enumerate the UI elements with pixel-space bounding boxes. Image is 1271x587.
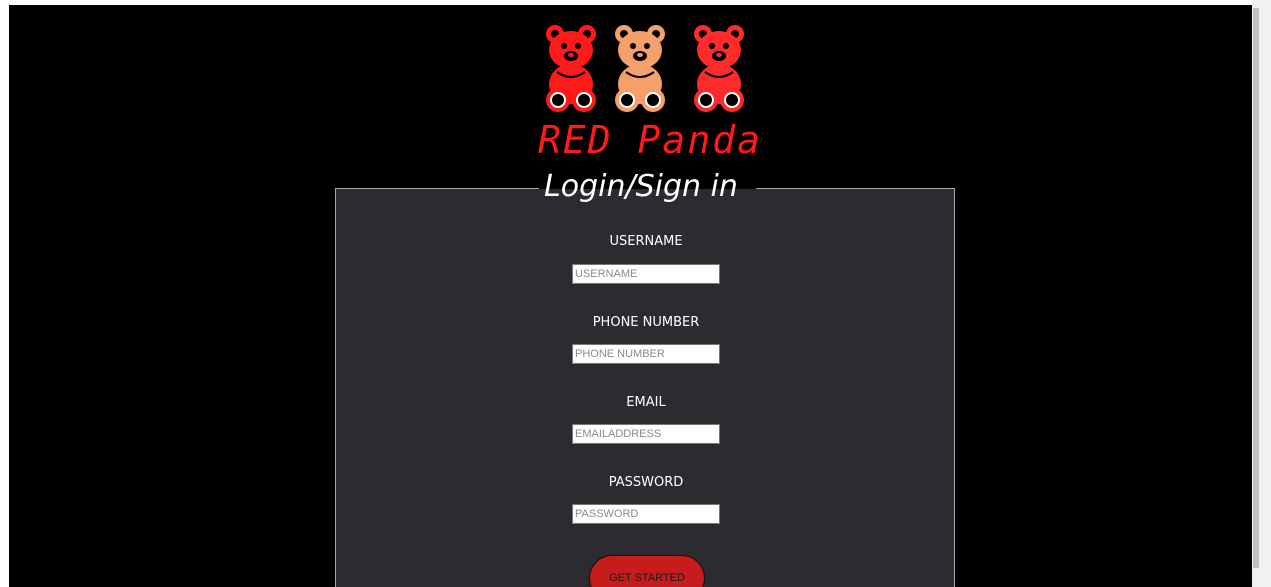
phone-number-label: PHONE NUMBER xyxy=(592,315,700,330)
vertical-scrollbar[interactable] xyxy=(1252,0,1271,587)
phone-number-input[interactable] xyxy=(572,344,720,364)
page: RED Panda Login/Sign in USERNAME PHONE N… xyxy=(0,0,1271,587)
scrollbar-thumb[interactable] xyxy=(1253,8,1259,568)
brand-logo: RED Panda xyxy=(527,20,773,165)
email-label: EMAIL xyxy=(626,395,666,410)
bear-right-icon xyxy=(694,25,744,112)
teddy-bears-icon xyxy=(546,25,744,112)
brand-name: RED Panda xyxy=(538,118,762,162)
password-label: PASSWORD xyxy=(608,475,684,490)
form-title: Login/Sign in xyxy=(544,169,738,204)
login-form: Login/Sign in USERNAME PHONE NUMBER EMAI… xyxy=(335,169,955,587)
bear-left-icon xyxy=(546,25,596,112)
bear-middle-icon xyxy=(615,25,665,112)
page-viewport: RED Panda Login/Sign in USERNAME PHONE N… xyxy=(9,5,1252,587)
username-input[interactable] xyxy=(572,264,720,284)
username-label: USERNAME xyxy=(609,234,683,249)
get-started-button[interactable]: GET STARTED xyxy=(589,555,705,587)
password-input[interactable] xyxy=(572,504,720,524)
email-input[interactable] xyxy=(572,424,720,444)
